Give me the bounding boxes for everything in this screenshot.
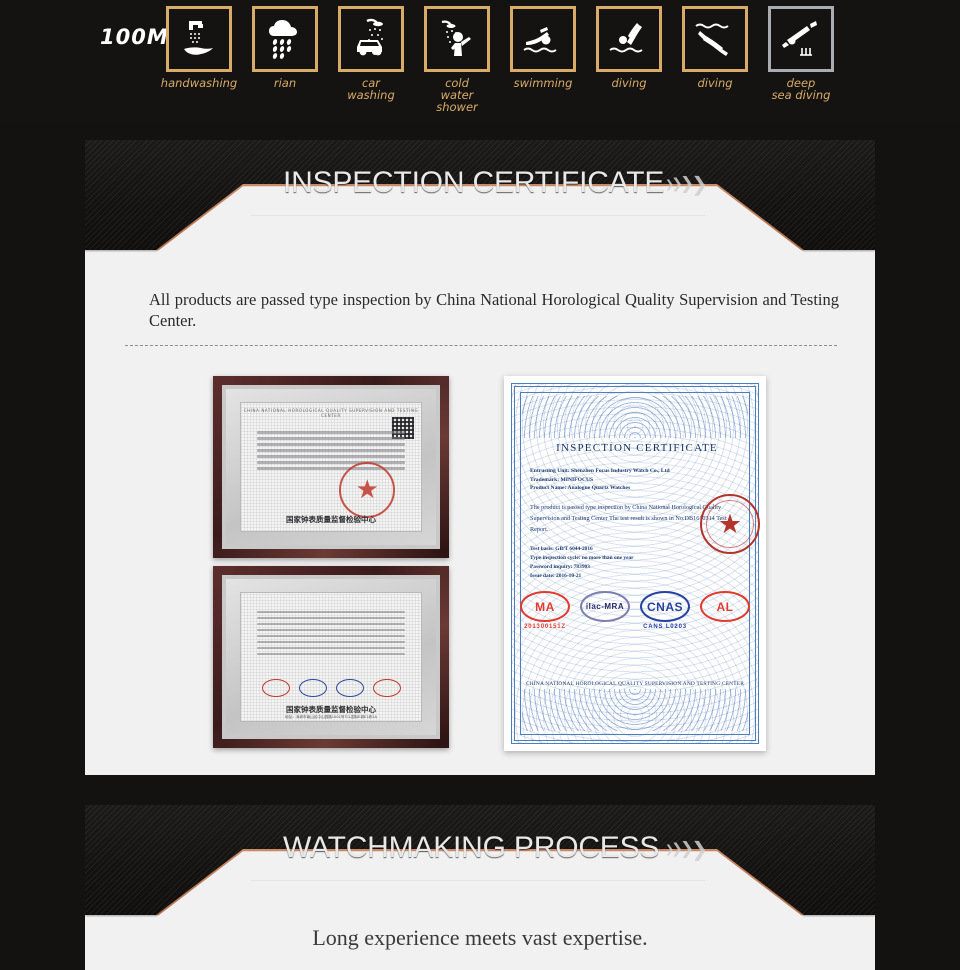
wr-label-swimming: swimming	[513, 76, 573, 90]
mini-cert-footer: 国家钟表质量监督检验中心	[286, 514, 376, 524]
inspection-certificate-banner: INSPECTION CERTIFICATE ❯ ❯ ❯ ❯	[85, 140, 875, 250]
ilac-mra-logo: ilac-MRA	[578, 591, 632, 622]
cal-logo-icon	[372, 678, 401, 697]
frame-mat: CHINA NATIONAL HOROLOGICAL QUALITY SUPER…	[226, 389, 436, 545]
certificate-detail-inspection-cycle: Type inspection cycle: no more than one …	[530, 554, 634, 561]
wr-item-diving: diving	[592, 6, 666, 113]
wr-item-car-washing: car washing	[334, 6, 408, 113]
wr-item-diving-deep: diving	[678, 6, 752, 113]
wr-label-cold-water-shower: cold water shower	[436, 76, 478, 114]
rain-cloud-icon	[252, 6, 318, 72]
certificate-field-entrusting-unit: Entrusting Unit: Shenzhen Focus Industry…	[530, 468, 670, 474]
cal-logo-mark: AL	[700, 591, 750, 622]
chevron-right-icon: ❯ ❯ ❯ ❯	[665, 172, 708, 196]
cma-logo-number: 201300151Z	[524, 624, 566, 630]
mini-certificate-document: CHINA NATIONAL HOROLOGICAL QUALITY SUPER…	[239, 402, 423, 532]
mini-cert-text-lines	[256, 610, 406, 659]
watchmaking-tagline: Long experience meets vast expertise.	[312, 925, 648, 950]
wr-item-handwashing: handwashing	[160, 6, 238, 113]
mini-certificate-document: 国家钟表质量监督检验中心 地址：深圳市南山区中山园路1001号TCL国际E城E1…	[239, 592, 423, 722]
wr-label-deep-sea-diving: deep sea diving	[771, 76, 831, 102]
cma-logo-mark: MA	[520, 591, 570, 622]
wr-label-diving: diving	[611, 76, 647, 90]
certificate-field-product-name: Product Name: Analogue Quartz Watches	[530, 485, 631, 491]
wr-label-diving-deep: diving	[697, 76, 733, 90]
wr-label-rain: rian	[273, 76, 297, 90]
water-resistance-strip: 100M handwashing rian car washing cold w…	[0, 0, 960, 122]
certificate-detail-password-inquiry: Password inquiry: 783903	[530, 563, 590, 570]
dashed-divider	[125, 345, 837, 346]
frame-mat: 国家钟表质量监督检验中心 地址：深圳市南山区中山园路1001号TCL国际E城E1…	[226, 579, 436, 735]
watchmaking-process-banner: WATCHMAKING PROCESS ❯ ❯ ❯ ❯	[85, 805, 875, 915]
cma-logo: MA 201300151Z	[518, 591, 572, 630]
chevron-right-icon: ❯ ❯ ❯ ❯	[665, 837, 708, 861]
cma-logo-icon	[261, 678, 290, 697]
banner-underline	[250, 215, 705, 216]
accreditation-logos	[241, 678, 422, 697]
water-resistance-rating: 100M	[100, 25, 169, 49]
cnas-logo-icon	[335, 678, 364, 697]
framed-certificate-bottom: 国家钟表质量监督检验中心 地址：深圳市南山区中山园路1001号TCL国际E城E1…	[213, 566, 449, 748]
framed-certificate-top: CHINA NATIONAL HOROLOGICAL QUALITY SUPER…	[213, 376, 449, 558]
inspection-certificate-document: INSPECTION CERTIFICATE Entrusting Unit: …	[504, 376, 766, 751]
wr-item-cold-water-shower: cold water shower	[420, 6, 494, 113]
ilac-mra-logo-mark: ilac-MRA	[580, 591, 630, 622]
diving-icon	[596, 6, 662, 72]
mini-cert-address: 地址：深圳市南山区中山园路1001号TCL国际E城E1栋2A	[285, 714, 377, 719]
red-star-seal-icon	[339, 461, 396, 518]
wr-item-swimming: swimming	[506, 6, 580, 113]
water-resistance-item-list: handwashing rian car washing cold water …	[160, 6, 838, 113]
cnas-logo-number: CANS L0203	[643, 624, 687, 630]
diving-deep-icon	[682, 6, 748, 72]
certificate-footer: CHINA NATIONAL HOROLOGICAL QUALITY SUPER…	[525, 681, 745, 687]
wr-item-deep-sea-diving: deep sea diving	[764, 6, 838, 113]
certificate-title: INSPECTION CERTIFICATE	[556, 442, 718, 454]
red-star-seal-icon: ★	[700, 494, 760, 554]
page-title-watchmaking: WATCHMAKING PROCESS	[283, 831, 660, 864]
ilac-mra-logo-icon	[298, 678, 327, 697]
inspection-certificate-content: All products are passed type inspection …	[85, 250, 875, 775]
wr-label-car-washing: car washing	[347, 76, 395, 102]
mini-cert-footer: 国家钟表质量监督检验中心	[286, 704, 376, 714]
page-title-inspection: INSPECTION CERTIFICATE	[283, 166, 665, 199]
cold-water-shower-icon	[424, 6, 490, 72]
car-washing-icon	[338, 6, 404, 72]
banner-underline	[250, 880, 705, 881]
wr-label-handwashing: handwashing	[160, 76, 238, 90]
handwashing-icon	[166, 6, 232, 72]
certificate-detail-issue-date: Issue date: 2016-10-21	[530, 572, 582, 579]
wr-item-rain: rian	[248, 6, 322, 113]
deep-sea-diving-icon	[768, 6, 834, 72]
inspection-intro-text: All products are passed type inspection …	[149, 290, 839, 330]
cnas-logo: CNAS CANS L0203	[638, 591, 692, 630]
certificate-field-trademark: Trademark: MINIFOCUS	[530, 476, 594, 483]
cal-logo: AL	[698, 591, 752, 622]
cnas-logo-mark: CNAS	[640, 591, 690, 622]
swimming-icon	[510, 6, 576, 72]
accreditation-logo-row: MA 201300151Z ilac-MRA CNAS CANS L0203 A…	[518, 591, 752, 630]
